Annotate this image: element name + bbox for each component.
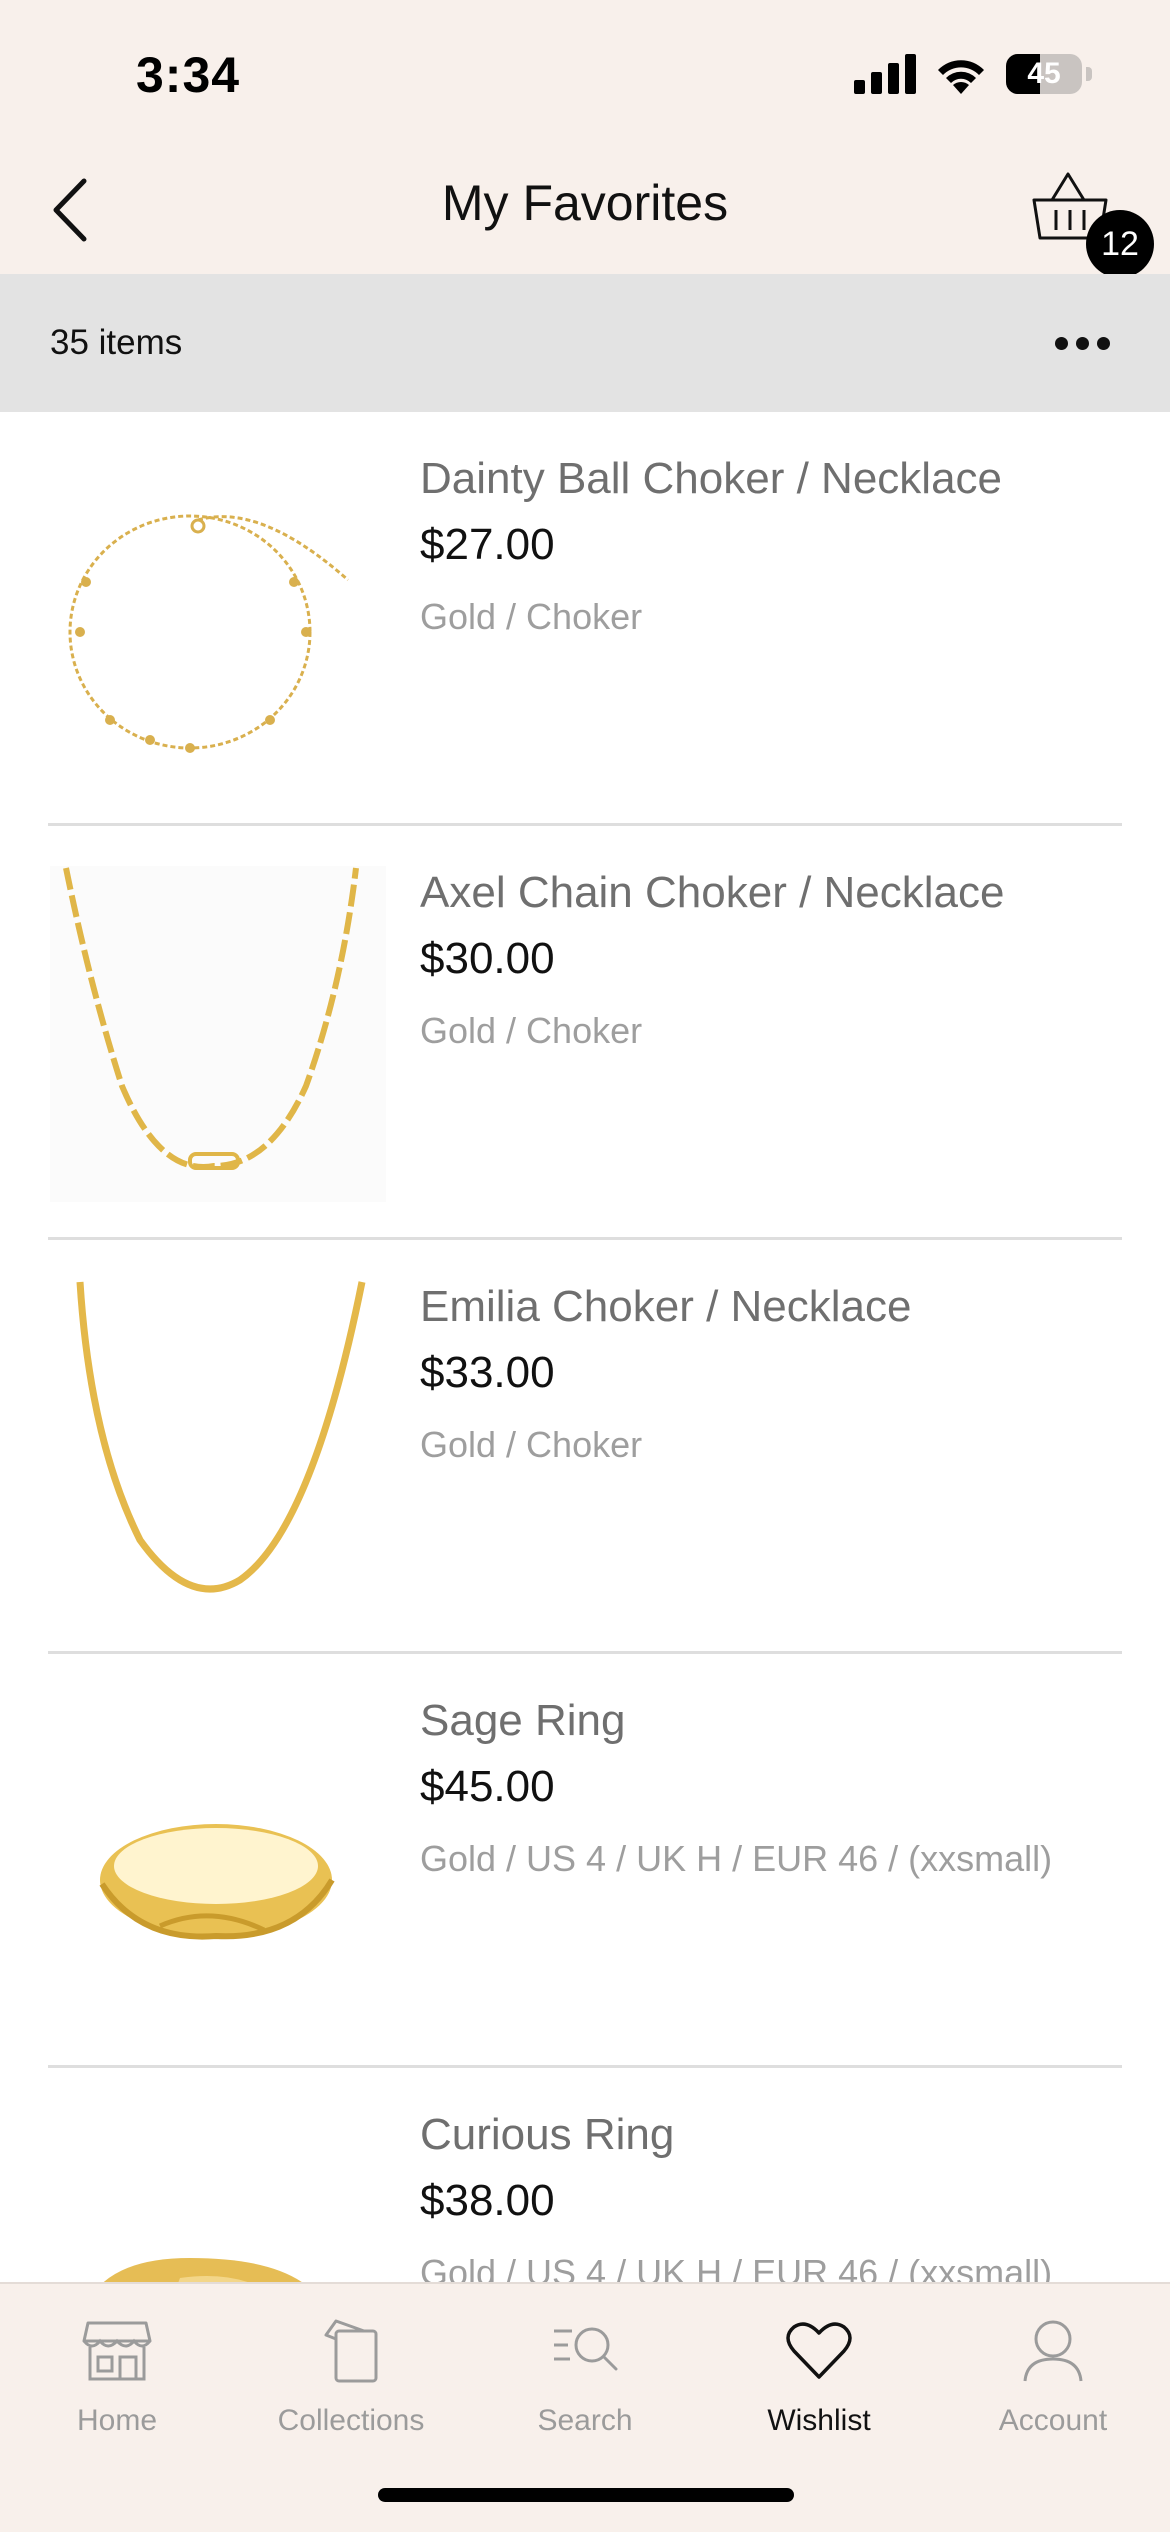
wishlist-screen: 3:34 45 My Favorites 12 35 items Dainty … xyxy=(0,0,1170,2532)
more-options-button[interactable] xyxy=(1055,323,1110,363)
status-bar: 3:34 45 xyxy=(0,0,1170,140)
cart-button[interactable]: 12 xyxy=(1030,168,1154,278)
tab-label: Wishlist xyxy=(767,2404,871,2437)
user-icon xyxy=(1023,2320,1083,2382)
product-name[interactable]: Emilia Choker / Necklace xyxy=(420,1282,912,1332)
product-price: $27.00 xyxy=(420,520,555,569)
items-count-bar: 35 items xyxy=(0,274,1170,412)
tab-label: Search xyxy=(537,2404,633,2437)
page-title: My Favorites xyxy=(441,175,729,231)
heart-icon xyxy=(786,2322,852,2379)
home-indicator xyxy=(378,2488,794,2502)
list-item[interactable]: Curious Ring $38.00 Gold / US 4 / UK H /… xyxy=(0,2068,1170,2282)
status-icons: 45 xyxy=(854,54,1092,94)
product-price: $33.00 xyxy=(420,1348,555,1397)
product-image xyxy=(50,2108,386,2282)
tab-label: Collections xyxy=(277,2404,425,2437)
cart-count-badge: 12 xyxy=(1086,210,1154,278)
list-item[interactable]: Sage Ring $45.00 Gold / US 4 / UK H / EU… xyxy=(0,1654,1170,2068)
product-variant: Gold / Choker xyxy=(420,596,643,637)
tab-label: Home xyxy=(76,2404,158,2437)
battery-nub xyxy=(1086,67,1092,81)
product-image xyxy=(50,452,386,788)
wifi-icon xyxy=(938,60,984,94)
product-image xyxy=(50,1694,386,2030)
status-time: 3:34 xyxy=(136,47,241,103)
more-dot xyxy=(1055,336,1068,350)
product-name[interactable]: Dainty Ball Choker / Necklace xyxy=(420,454,1002,504)
navigation-bar: My Favorites 12 xyxy=(0,140,1170,278)
tab-collections[interactable]: Collections xyxy=(234,2306,468,2456)
cards-icon xyxy=(324,2319,378,2383)
signal-icon xyxy=(854,54,916,94)
product-variant: Gold / US 4 / UK H / EUR 46 / (xxsmall) xyxy=(420,2252,1053,2282)
tab-wishlist[interactable]: Wishlist xyxy=(702,2306,936,2456)
battery-percent: 45 xyxy=(1027,57,1061,90)
more-dot xyxy=(1097,336,1110,350)
product-name[interactable]: Sage Ring xyxy=(420,1696,625,1746)
product-price: $45.00 xyxy=(420,1762,555,1811)
product-variant: Gold / Choker xyxy=(420,1010,643,1051)
tab-account[interactable]: Account xyxy=(936,2306,1170,2456)
product-variant: Gold / Choker xyxy=(420,1424,643,1465)
search-icon xyxy=(554,2327,618,2371)
product-price: $30.00 xyxy=(420,934,555,983)
product-image xyxy=(50,866,386,1202)
more-dot xyxy=(1076,336,1089,350)
list-item[interactable]: Emilia Choker / Necklace $33.00 Gold / C… xyxy=(0,1240,1170,1654)
tab-search[interactable]: Search xyxy=(468,2306,702,2456)
product-name[interactable]: Axel Chain Choker / Necklace xyxy=(420,868,1004,918)
storefront-icon xyxy=(82,2321,152,2381)
battery-icon: 45 xyxy=(1006,54,1082,94)
tab-home[interactable]: Home xyxy=(0,2306,234,2456)
product-name[interactable]: Curious Ring xyxy=(420,2110,674,2160)
list-item[interactable]: Axel Chain Choker / Necklace $30.00 Gold… xyxy=(0,826,1170,1240)
list-item[interactable]: Dainty Ball Choker / Necklace $27.00 Gol… xyxy=(0,412,1170,826)
product-image xyxy=(50,1280,386,1616)
product-price: $38.00 xyxy=(420,2176,555,2225)
tab-label: Account xyxy=(998,2404,1108,2437)
wishlist-list: Dainty Ball Choker / Necklace $27.00 Gol… xyxy=(0,412,1170,2282)
product-variant: Gold / US 4 / UK H / EUR 46 / (xxsmall) xyxy=(420,1838,1053,1879)
items-count: 35 items xyxy=(50,323,183,362)
